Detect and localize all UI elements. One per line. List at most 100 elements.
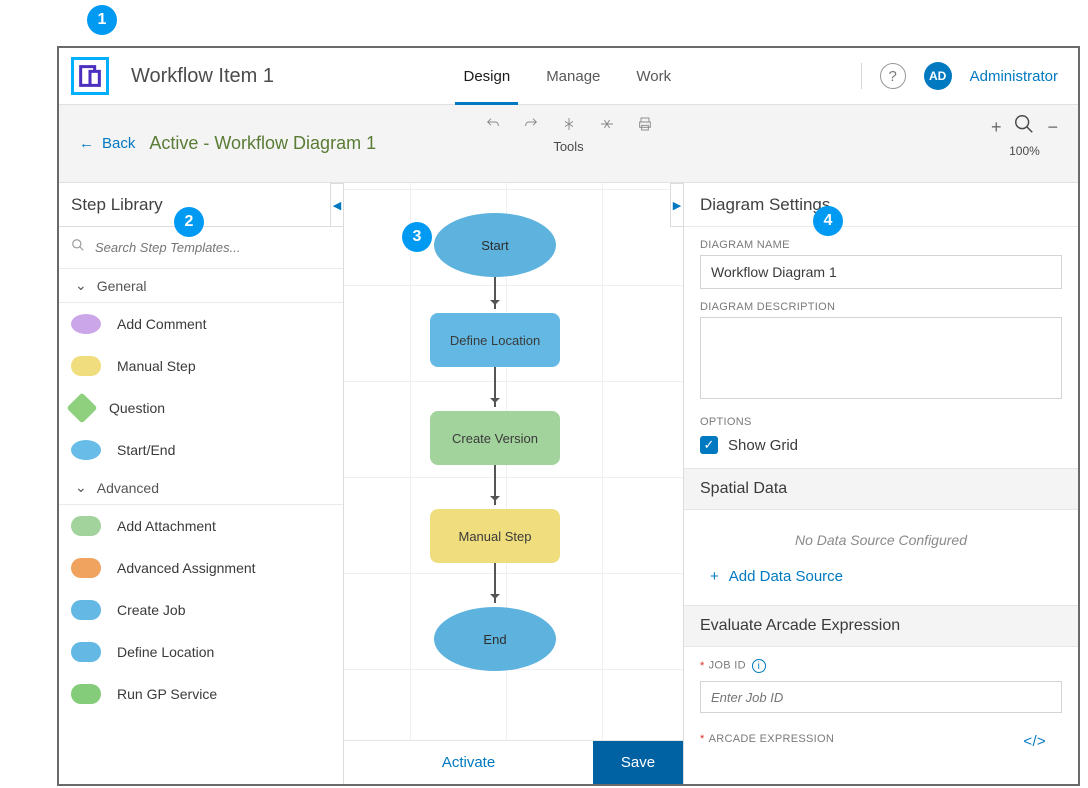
required-icon: * bbox=[700, 660, 705, 672]
rect-icon bbox=[71, 356, 101, 376]
step-start-end[interactable]: Start/End bbox=[59, 429, 343, 471]
step-label: Add Attachment bbox=[117, 518, 216, 534]
step-library-panel: Step Library ◀ ⌄ General Add Comment Man… bbox=[59, 183, 344, 784]
diagram-description-input[interactable] bbox=[700, 317, 1062, 399]
collapse-left-icon[interactable]: ◀ bbox=[330, 183, 344, 227]
redo-icon[interactable] bbox=[522, 115, 540, 133]
step-define-location[interactable]: Define Location bbox=[59, 631, 343, 673]
step-question[interactable]: Question bbox=[59, 387, 343, 429]
annotation-4: 4 bbox=[813, 206, 843, 236]
canvas-panel: ▶ Start Define Location Create Version M… bbox=[344, 183, 683, 784]
label-options: OPTIONS bbox=[700, 416, 1062, 428]
node-end[interactable]: End bbox=[434, 607, 556, 671]
jobid-text: JOB ID bbox=[709, 660, 746, 672]
zoom-out-button[interactable]: − bbox=[1047, 118, 1058, 136]
node-define-location[interactable]: Define Location bbox=[430, 313, 560, 367]
zoom-in-button[interactable]: + bbox=[991, 118, 1002, 136]
tools-label: Tools bbox=[484, 139, 654, 154]
diagram-canvas[interactable]: ▶ Start Define Location Create Version M… bbox=[344, 183, 683, 740]
help-icon[interactable]: ? bbox=[880, 63, 906, 89]
avatar[interactable]: AD bbox=[924, 62, 952, 90]
divider bbox=[861, 63, 862, 89]
annotation-3: 3 bbox=[402, 222, 432, 252]
diagram-name-input[interactable] bbox=[700, 255, 1062, 289]
diamond-icon bbox=[66, 392, 97, 423]
search-icon bbox=[71, 238, 85, 257]
step-add-attachment[interactable]: Add Attachment bbox=[59, 505, 343, 547]
plus-icon: + bbox=[710, 568, 719, 585]
arcade-expr-text: ARCADE EXPRESSION bbox=[709, 733, 835, 745]
rect-icon bbox=[71, 642, 101, 662]
tab-design[interactable]: Design bbox=[445, 48, 528, 105]
rect-icon bbox=[71, 516, 101, 536]
back-label: Back bbox=[102, 135, 135, 152]
step-run-gp-service[interactable]: Run GP Service bbox=[59, 673, 343, 715]
chevron-down-icon: ⌄ bbox=[75, 479, 87, 496]
diagram-status-title: Active - Workflow Diagram 1 bbox=[149, 133, 376, 154]
rect-icon bbox=[71, 600, 101, 620]
ellipse-icon bbox=[71, 314, 101, 334]
category-label: Advanced bbox=[97, 480, 159, 496]
step-label: Run GP Service bbox=[117, 686, 217, 702]
code-icon[interactable]: </> bbox=[1023, 733, 1046, 750]
category-general[interactable]: ⌄ General bbox=[59, 269, 343, 303]
step-label: Manual Step bbox=[117, 358, 196, 374]
node-start[interactable]: Start bbox=[434, 213, 556, 277]
print-icon[interactable] bbox=[636, 115, 654, 133]
collapse-right-icon[interactable]: ▶ bbox=[670, 183, 684, 227]
step-label: Start/End bbox=[117, 442, 175, 458]
arrow bbox=[494, 367, 496, 407]
step-add-comment[interactable]: Add Comment bbox=[59, 303, 343, 345]
annotation-1: 1 bbox=[87, 5, 117, 35]
show-grid-checkbox[interactable]: ✓ bbox=[700, 436, 718, 454]
save-button[interactable]: Save bbox=[593, 741, 683, 784]
page-title: Workflow Item 1 bbox=[131, 65, 274, 88]
no-data-source-text: No Data Source Configured bbox=[684, 510, 1078, 558]
step-label: Define Location bbox=[117, 644, 214, 660]
arrow-left-icon: ← bbox=[79, 135, 94, 152]
label-job-id: * JOB ID i bbox=[700, 659, 1062, 673]
app-window: Workflow Item 1 Design Manage Work ? AD … bbox=[57, 46, 1080, 786]
step-library-title: Step Library bbox=[71, 195, 163, 215]
tab-work[interactable]: Work bbox=[618, 48, 689, 105]
tab-manage[interactable]: Manage bbox=[528, 48, 618, 105]
step-label: Add Comment bbox=[117, 316, 206, 332]
top-header: Workflow Item 1 Design Manage Work ? AD … bbox=[59, 48, 1078, 105]
zoom-controls: + − 100% bbox=[991, 113, 1058, 158]
activate-button[interactable]: Activate bbox=[344, 741, 593, 784]
back-button[interactable]: ← Back bbox=[79, 135, 135, 152]
magnifier-icon[interactable] bbox=[1013, 113, 1035, 140]
user-name[interactable]: Administrator bbox=[970, 68, 1058, 85]
diagram-settings-panel: Diagram Settings DIAGRAM NAME DIAGRAM DE… bbox=[683, 183, 1078, 784]
chevron-down-icon: ⌄ bbox=[75, 277, 87, 294]
step-label: Create Job bbox=[117, 602, 185, 618]
step-manual-step[interactable]: Manual Step bbox=[59, 345, 343, 387]
undo-icon[interactable] bbox=[484, 115, 502, 133]
info-icon[interactable]: i bbox=[752, 659, 766, 673]
arrow bbox=[494, 465, 496, 505]
rect-icon bbox=[71, 684, 101, 704]
align-vertical-icon[interactable] bbox=[598, 115, 616, 133]
add-data-source-label: Add Data Source bbox=[729, 568, 843, 585]
job-id-input[interactable] bbox=[700, 681, 1062, 713]
category-advanced[interactable]: ⌄ Advanced bbox=[59, 471, 343, 505]
step-advanced-assignment[interactable]: Advanced Assignment bbox=[59, 547, 343, 589]
top-tabs: Design Manage Work bbox=[445, 48, 689, 105]
add-data-source-button[interactable]: + Add Data Source bbox=[684, 558, 1078, 605]
ellipse-icon bbox=[71, 440, 101, 460]
main-area: Step Library ◀ ⌄ General Add Comment Man… bbox=[59, 183, 1078, 784]
section-spatial-data: Spatial Data bbox=[684, 468, 1078, 510]
node-create-version[interactable]: Create Version bbox=[430, 411, 560, 465]
step-create-job[interactable]: Create Job bbox=[59, 589, 343, 631]
tools-group: Tools bbox=[484, 115, 654, 154]
step-label: Question bbox=[109, 400, 165, 416]
annotation-2: 2 bbox=[174, 207, 204, 237]
secondary-bar: ← Back Active - Workflow Diagram 1 Tools… bbox=[59, 105, 1078, 183]
align-horizontal-icon[interactable] bbox=[560, 115, 578, 133]
zoom-value: 100% bbox=[991, 144, 1058, 158]
diagram-settings-header: Diagram Settings bbox=[684, 183, 1078, 227]
arrow bbox=[494, 563, 496, 603]
node-manual-step[interactable]: Manual Step bbox=[430, 509, 560, 563]
required-icon: * bbox=[700, 733, 705, 745]
search-input[interactable] bbox=[95, 240, 331, 255]
